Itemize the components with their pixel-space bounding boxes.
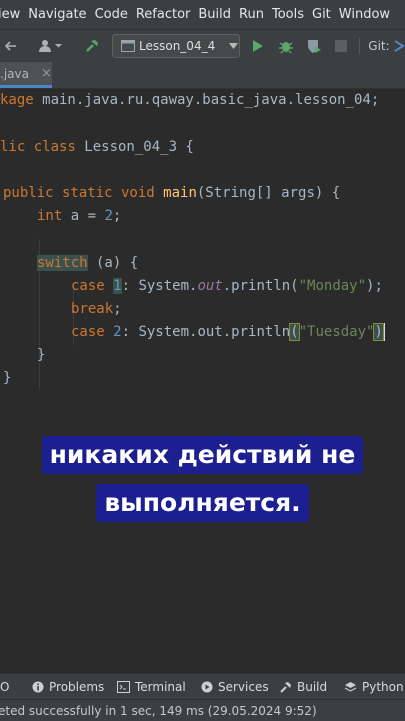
- code-line-int: int a = 2;: [37, 208, 122, 224]
- code-line-package: kage main.java.ru.qaway.basic_java.lesso…: [0, 92, 380, 108]
- menu-navigate[interactable]: Navigate: [28, 7, 90, 22]
- run-configuration-label: Lesson_04_4: [139, 39, 216, 53]
- menu-tools[interactable]: Tools: [272, 7, 308, 22]
- application-icon: [121, 40, 135, 52]
- menu-run[interactable]: Run: [239, 7, 268, 22]
- tool-python-packages[interactable]: Python P: [344, 674, 405, 700]
- coverage-icon[interactable]: [304, 30, 324, 62]
- terminal-label: Terminal: [135, 680, 186, 694]
- build-label: Build: [297, 680, 328, 694]
- stop-icon[interactable]: [332, 30, 350, 62]
- subtitle-line-2: выполняется.: [96, 484, 309, 522]
- tool-terminal[interactable]: Terminal: [117, 674, 186, 700]
- python-packages-label: Python P: [362, 680, 405, 694]
- back-arrow-icon[interactable]: [0, 30, 22, 62]
- code-line-main: public static void main(String[] args) {: [3, 185, 341, 201]
- tool-problems[interactable]: Problems: [32, 674, 104, 700]
- debug-icon[interactable]: [276, 30, 296, 62]
- close-icon[interactable]: ×: [41, 66, 52, 81]
- services-label: Services: [218, 680, 269, 694]
- subtitle-line-1: никаких действий не: [41, 436, 364, 474]
- tool-todo[interactable]: O: [0, 674, 9, 700]
- tab-label: .java: [0, 66, 29, 81]
- subtitle-caption: никаких действий не выполняется.: [0, 436, 405, 522]
- code-line-class: lic class Lesson_04_3 {: [0, 139, 194, 155]
- code-line-case-1: case 1: System.out.println("Monday");: [71, 278, 383, 294]
- services-icon: [201, 681, 213, 693]
- tool-build[interactable]: Build: [279, 674, 327, 700]
- toolbar: Lesson_04_4 Git:: [0, 29, 405, 63]
- todo-label: O: [0, 680, 10, 694]
- run-configuration-select[interactable]: Lesson_04_4: [112, 34, 240, 58]
- run-icon[interactable]: [249, 30, 267, 62]
- status-message[interactable]: eted successfully in 1 sec, 149 ms (29.0…: [0, 704, 317, 718]
- user-icon[interactable]: [36, 30, 66, 62]
- build-hammer-icon[interactable]: [82, 30, 102, 62]
- hammer-icon: [279, 681, 292, 694]
- tool-window-bar: O Problems Terminal Services Build Pytho…: [0, 673, 405, 700]
- menu-build[interactable]: Build: [198, 7, 235, 22]
- editor-tab-bar: .java ×: [0, 62, 405, 89]
- menu-bar: iew Navigate Code Refactor Build Run Too…: [0, 0, 405, 29]
- git-label: Git:: [368, 39, 390, 53]
- toolbar-divider: [359, 38, 360, 54]
- menu-git[interactable]: Git: [312, 7, 335, 22]
- code-line-break: break;: [71, 301, 122, 317]
- menu-code[interactable]: Code: [95, 7, 132, 22]
- menu-refactor[interactable]: Refactor: [136, 7, 195, 22]
- menu-window[interactable]: Window: [339, 7, 394, 22]
- chevron-down-icon: [229, 43, 239, 49]
- terminal-icon: [117, 681, 130, 693]
- tool-services[interactable]: Services: [201, 674, 269, 700]
- layers-icon: [344, 681, 357, 693]
- text-caret: [382, 323, 385, 341]
- menu-view[interactable]: iew: [0, 7, 24, 22]
- git-update-icon[interactable]: [392, 30, 405, 62]
- status-bar: eted successfully in 1 sec, 149 ms (29.0…: [0, 699, 405, 721]
- code-editor[interactable]: kage main.java.ru.qaway.basic_java.lesso…: [0, 89, 405, 673]
- code-line-close-main: }: [3, 370, 12, 386]
- problems-label: Problems: [49, 680, 105, 694]
- code-line-switch: switch (a) {: [37, 255, 139, 271]
- tab-lesson-java[interactable]: .java ×: [0, 62, 52, 88]
- code-line-close-switch: }: [37, 347, 46, 363]
- info-icon: [32, 681, 44, 693]
- code-line-case-2: case 2: System.out.println("Tuesday"): [71, 323, 385, 341]
